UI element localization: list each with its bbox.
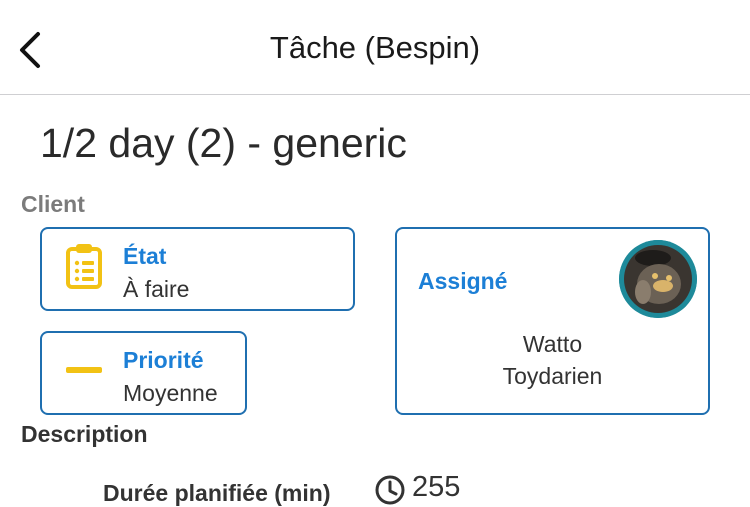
task-title: 1/2 day (2) - generic xyxy=(40,120,407,166)
header-bar: Tâche (Bespin) xyxy=(0,0,750,95)
duration-label: Durée planifiée (min) xyxy=(103,480,331,506)
state-value: À faire xyxy=(123,276,190,302)
clipboard-icon xyxy=(66,244,102,289)
assignee-first-name: Watto xyxy=(522,331,583,357)
duration-value: 255 xyxy=(412,471,461,503)
page-title: Tâche (Bespin) xyxy=(269,30,481,65)
assignee-last-name: Toydarien xyxy=(502,363,603,389)
dash-icon xyxy=(66,367,102,373)
clock-icon xyxy=(375,475,405,505)
assigned-card[interactable]: Assigné Watto Toydarien xyxy=(395,227,710,415)
client-label: Client xyxy=(21,191,85,217)
avatar xyxy=(619,240,697,318)
state-card[interactable]: État À faire xyxy=(40,227,355,311)
priority-value: Moyenne xyxy=(123,380,218,406)
description-label: Description xyxy=(21,421,148,447)
state-label: État xyxy=(123,243,167,269)
assigned-label: Assigné xyxy=(418,268,508,294)
priority-card[interactable]: Priorité Moyenne xyxy=(40,331,247,415)
priority-label: Priorité xyxy=(123,347,204,373)
